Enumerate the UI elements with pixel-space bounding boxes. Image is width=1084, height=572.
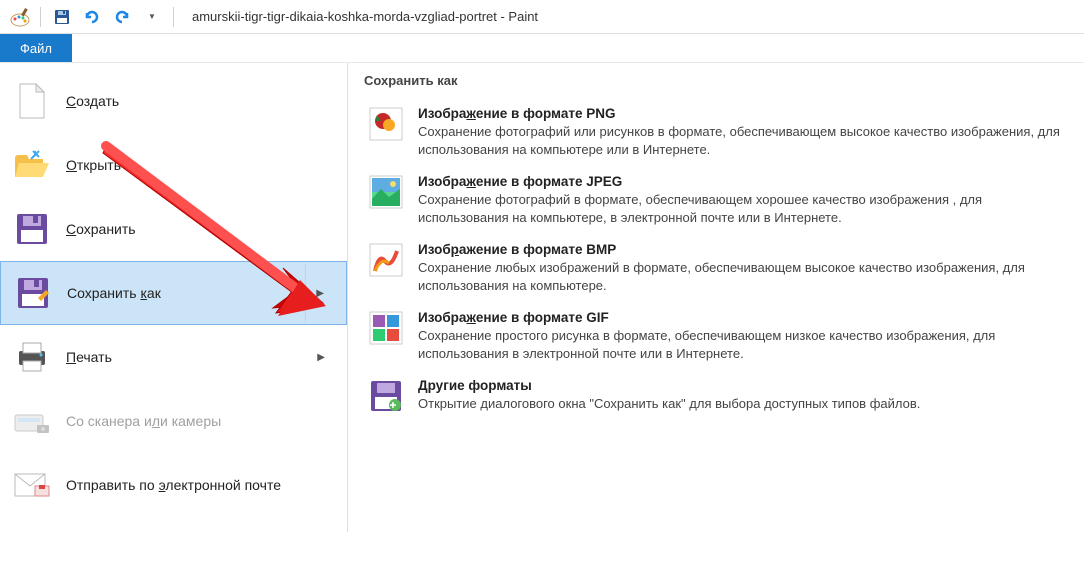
format-title: Изображение в формате PNG [418,106,1064,121]
titlebar: ▼ amurskii-tigr-tigr-dikaia-koshka-morda… [0,0,1084,34]
save-as-icon [13,273,53,313]
menu-label: Сохранить [66,221,335,237]
new-file-icon [12,81,52,121]
save-as-submenu: Сохранить как Изображение в формате PNG … [348,63,1084,532]
menu-item-save-as[interactable]: Сохранить как ▶ [0,261,347,325]
menu-label: Создать [66,93,335,109]
format-desc: Сохранение простого рисунка в формате, о… [418,327,1064,362]
paint-app-icon [8,5,32,29]
file-menu-left: Создать Открыть [0,63,348,532]
format-title: Изображение в формате JPEG [418,174,1064,189]
print-icon [12,337,52,377]
format-item-bmp[interactable]: Изображение в формате BMP Сохранение люб… [364,234,1068,302]
save-icon [12,209,52,249]
format-desc: Открытие диалогового окна "Сохранить как… [418,395,1064,413]
scanner-icon [12,401,52,441]
email-icon [12,465,52,505]
format-item-png[interactable]: Изображение в формате PNG Сохранение фот… [364,98,1068,166]
window-title: amurskii-tigr-tigr-dikaia-koshka-morda-v… [192,9,538,24]
menu-item-print[interactable]: Печать ▶ [0,325,347,389]
format-item-other[interactable]: Другие форматы Открытие диалогового окна… [364,370,1068,422]
menu-item-new[interactable]: Создать [0,69,347,133]
format-item-jpeg[interactable]: Изображение в формате JPEG Сохранение фо… [364,166,1068,234]
format-title: Изображение в формате BMP [418,242,1064,257]
undo-qat-button[interactable] [79,4,105,30]
qat-dropdown[interactable]: ▼ [139,4,165,30]
redo-qat-button[interactable] [109,4,135,30]
separator [173,7,174,27]
bmp-icon [368,242,404,278]
format-title: Изображение в формате GIF [418,310,1064,325]
png-icon [368,106,404,142]
format-desc: Сохранение любых изображений в формате, … [418,259,1064,294]
format-title: Другие форматы [418,378,1064,393]
menu-label: Отправить по электронной почте [66,477,335,493]
menu-item-scanner: Со сканера или камеры [0,389,347,453]
gif-icon [368,310,404,346]
panel-title: Сохранить как [364,73,1068,88]
other-formats-icon [368,378,404,414]
menu-label: Со сканера или камеры [66,413,335,429]
separator [40,7,41,27]
format-desc: Сохранение фотографий или рисунков в фор… [418,123,1064,158]
save-qat-button[interactable] [49,4,75,30]
menu-label: Сохранить как [67,285,305,301]
submenu-arrow-icon: ▶ [307,328,335,387]
menu-item-email[interactable]: Отправить по электронной почте [0,453,347,517]
file-menu: Создать Открыть [0,62,1084,532]
format-item-gif[interactable]: Изображение в формате GIF Сохранение про… [364,302,1068,370]
chevron-down-icon: ▼ [148,12,156,21]
menu-label: Печать [66,349,307,365]
open-folder-icon [12,145,52,185]
submenu-arrow-icon: ▶ [305,264,334,323]
file-tab[interactable]: Файл [0,34,72,62]
menu-label: Открыть [66,157,335,173]
ribbon-tabs: Файл [0,34,1084,62]
format-desc: Сохранение фотографий в формате, обеспеч… [418,191,1064,226]
menu-item-save[interactable]: Сохранить [0,197,347,261]
menu-item-open[interactable]: Открыть [0,133,347,197]
jpeg-icon [368,174,404,210]
